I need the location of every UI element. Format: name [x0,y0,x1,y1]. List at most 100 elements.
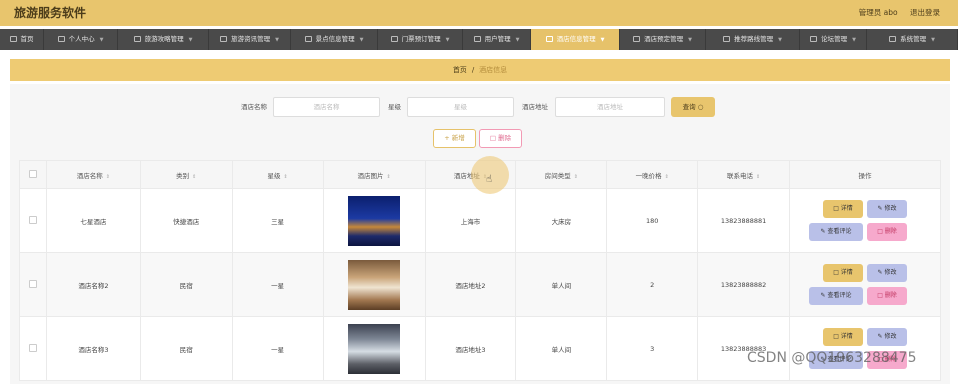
user-icon [57,36,65,42]
address-input[interactable]: 酒店地址 [555,97,665,117]
address-label: 酒店地址 [522,103,548,111]
add-button[interactable]: + 新增 [433,129,476,148]
select-all-checkbox[interactable] [28,169,37,178]
nav-item-bookings[interactable]: 酒店预定管理 ▼ [620,29,706,50]
row-select-cell [19,188,47,253]
edit-button[interactable]: ✎ 修改 [867,264,908,282]
phone-cell: 13823888881 [697,188,791,253]
hotel-name-input[interactable]: 酒店名称 [273,97,380,117]
star-input[interactable]: 星级 [407,97,514,117]
hotel-image[interactable] [348,323,401,374]
chevron-down-icon: ▼ [778,37,782,43]
home-icon [9,36,17,42]
table-row: 七星酒店 快捷酒店 三星 上海市 大床房 180 13823888881 □ 详… [19,188,941,253]
frame-icon [633,36,641,42]
column-header[interactable]: 一晚价格 ⇕ [606,160,699,189]
detail-button[interactable]: □ 详情 [823,200,864,218]
user-area: 管理员 abo 退出登录 [849,7,940,18]
row-select-cell [19,252,47,317]
logout-link[interactable]: 退出登录 [910,8,940,17]
nav-item-tickets[interactable]: 门票预订管理 ▼ [378,29,463,50]
nav-item-attractions[interactable]: 景点信息管理 ▼ [291,29,378,50]
chevron-down-icon: ▼ [515,37,520,43]
image-cell [322,316,426,381]
delete-button[interactable]: □ 删除 [867,223,908,241]
row-checkbox[interactable] [28,343,37,352]
room-type-cell: 单人间 [515,316,608,381]
nav-item-news[interactable]: 旅游资讯管理 ▼ [209,29,291,50]
star-cell: 一星 [231,316,324,381]
hotel-icon [545,36,553,42]
hotel-name-cell: 七星酒店 [45,188,141,253]
row-checkbox[interactable] [28,279,37,288]
nav-item-profile[interactable]: 个人中心 ▼ [44,29,118,50]
chevron-down-icon: ▼ [275,37,279,43]
table-row: 酒店名称2 民宿 一星 酒店地址2 单人间 2 13823888882 □ 详情… [19,252,941,317]
column-header[interactable]: 酒店名称 ⇕ [45,160,141,189]
column-header[interactable]: 房间类型 ⇕ [515,160,608,189]
column-header[interactable]: 星级 ⇕ [231,160,324,189]
view-reviews-button[interactable]: ✎ 查看评论 [809,287,864,305]
route-icon [723,36,731,42]
watermark: CSDN @QQ1963288475 [747,350,917,366]
star-cell: 三星 [231,188,324,253]
table-row: 酒店名称3 民宿 一星 酒店地址3 单人间 3 13823888883 □ 详情… [19,316,941,381]
nav-item-hotels[interactable]: 酒店信息管理 ▼ [531,29,620,50]
actions-cell: □ 详情 ✎ 修改 ✎ 查看评论 □ 删除 [789,252,941,317]
actions-cell: □ 详情 ✎ 修改 ✎ 查看评论 □ 删除 [789,188,941,253]
nav-item-forum[interactable]: 论坛管理 ▼ [800,29,867,50]
batch-delete-button[interactable]: □ 删除 [479,129,522,148]
sort-icon: ⇕ [664,173,669,180]
category-cell: 民宿 [139,252,233,317]
row-checkbox[interactable] [28,215,37,224]
doc-icon [220,36,228,42]
nav-item-users[interactable]: 用户管理 ▼ [463,29,531,50]
column-header-actions: 操作 [789,160,941,189]
actions-cell: □ 详情 ✎ 修改 ✎ 查看评论 □ 删除 [789,316,941,381]
select-all-cell [19,160,47,189]
detail-button[interactable]: □ 详情 [823,264,864,282]
price-cell: 180 [606,188,699,253]
breadcrumb: 首页 / 酒店信息 [10,59,950,81]
forum-icon [810,36,818,42]
chevron-down-icon: ▼ [600,37,605,43]
star-label: 星级 [388,103,401,111]
breadcrumb-home[interactable]: 首页 [453,66,467,74]
pin-icon [390,36,398,42]
circle-icon [133,36,141,42]
hotel-image[interactable] [348,195,401,246]
sort-icon: ⇕ [105,173,110,180]
query-button[interactable]: 查询 ○ [671,97,715,117]
chevron-down-icon: ▼ [188,37,193,43]
star-cell: 一星 [231,252,324,317]
delete-button[interactable]: □ 删除 [867,287,908,305]
view-reviews-button[interactable]: ✎ 查看评论 [809,223,864,241]
sort-icon: ⇕ [755,173,761,180]
edit-button[interactable]: ✎ 修改 [867,200,908,218]
column-header[interactable]: 联系电话 ⇕ [697,160,791,189]
column-header[interactable]: 酒店图片 ⇕ [322,160,426,189]
image-cell [322,188,426,253]
address-cell: 酒店地址3 [424,316,517,381]
hotel-image[interactable] [348,259,401,310]
nav-item-system[interactable]: 系统管理 ▼ [867,29,958,50]
room-type-cell: 单人间 [515,252,608,317]
settings-icon [889,36,897,42]
detail-button[interactable]: □ 详情 [823,328,864,346]
nav-item-guides[interactable]: 旅游攻略管理 ▼ [118,29,209,50]
address-cell: 酒店地址2 [424,252,517,317]
app-header: 旅游服务软件 管理员 abo 退出登录 [0,0,958,26]
price-cell: 2 [606,252,699,317]
nav-item-routes[interactable]: 推荐路线管理 ▼ [706,29,800,50]
hotel-name-cell: 酒店名称2 [45,252,141,317]
user-label: 管理员 abo [858,8,898,17]
nav-item-home[interactable]: 首页 [0,29,44,50]
chevron-down-icon: ▼ [445,37,450,43]
row-select-cell [19,316,47,381]
category-cell: 快捷酒店 [139,188,233,253]
sort-icon: ⇕ [192,173,197,180]
edit-button[interactable]: ✎ 修改 [867,328,908,346]
image-cell [322,252,426,317]
sort-icon: ⇕ [386,173,391,180]
column-header[interactable]: 类别 ⇕ [139,160,233,189]
